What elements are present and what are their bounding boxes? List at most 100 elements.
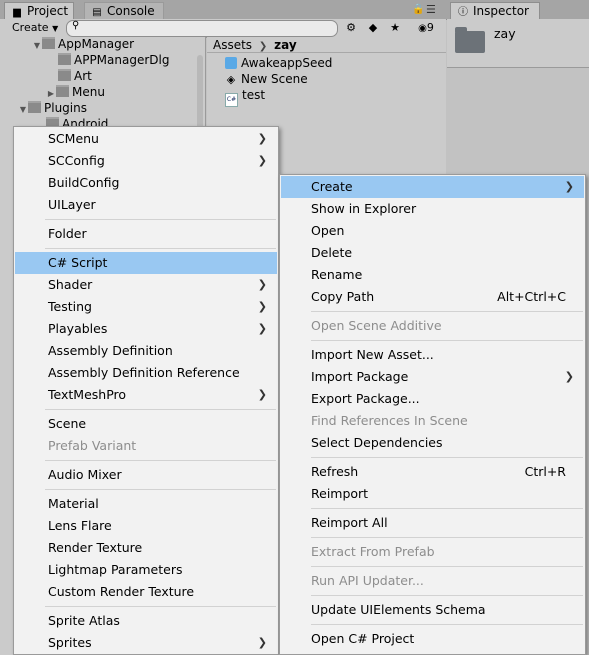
create-dropdown[interactable]: Create ▼ bbox=[4, 20, 60, 36]
search-by-type-icon[interactable]: ⚙ bbox=[342, 20, 360, 36]
menu-item-label: Import New Asset... bbox=[311, 347, 434, 362]
menu-item-folder[interactable]: Folder bbox=[15, 223, 277, 245]
tab-console[interactable]: ▤ Console bbox=[84, 2, 164, 19]
breadcrumb-root[interactable]: Assets bbox=[213, 38, 252, 52]
search-icon: ⚲ bbox=[72, 20, 80, 31]
menu-item-label: Extract From Prefab bbox=[311, 544, 435, 559]
menu-item-audio-mixer[interactable]: Audio Mixer bbox=[15, 464, 277, 486]
menu-item-shader[interactable]: Shader ❯ bbox=[15, 274, 277, 296]
menu-item-buildconfig[interactable]: BuildConfig bbox=[15, 172, 277, 194]
menu-item-label: Scene bbox=[48, 416, 87, 431]
menu-item-scconfig[interactable]: SCConfig ❯ bbox=[15, 150, 277, 172]
submenu-arrow-icon: ❯ bbox=[257, 132, 267, 145]
menu-item-textmeshpro[interactable]: TextMeshPro ❯ bbox=[15, 384, 277, 406]
menu-item-reimport[interactable]: Reimport bbox=[281, 483, 584, 505]
tree-item-label: APPManagerDlg bbox=[74, 53, 170, 67]
submenu-arrow-icon: ❯ bbox=[564, 180, 574, 193]
menu-item-refresh[interactable]: Refresh Ctrl+R bbox=[281, 461, 584, 483]
lock-icon[interactable]: 🔒 bbox=[412, 4, 424, 15]
menu-item-label: Create bbox=[311, 179, 353, 194]
menu-item-label: Testing bbox=[48, 299, 92, 314]
submenu-arrow-icon: ❯ bbox=[257, 388, 267, 401]
menu-item-sprites[interactable]: Sprites ❯ bbox=[15, 632, 277, 654]
menu-item-label: Delete bbox=[311, 245, 353, 260]
menu-item-export-package[interactable]: Export Package... bbox=[281, 388, 584, 410]
menu-item-lens-flare[interactable]: Lens Flare bbox=[15, 515, 277, 537]
menu-item-label: Refresh bbox=[311, 464, 359, 479]
menu-item-update-uielements-schema[interactable]: Update UIElements Schema bbox=[281, 599, 584, 621]
breadcrumb-current[interactable]: zay bbox=[274, 38, 297, 52]
tab-project[interactable]: ▆ Project bbox=[4, 2, 74, 19]
expanded-arrow-icon: ▼ bbox=[33, 41, 41, 50]
menu-item-label: Sprite Atlas bbox=[48, 613, 120, 628]
menu-item-render-texture[interactable]: Render Texture bbox=[15, 537, 277, 559]
menu-item-rename[interactable]: Rename bbox=[281, 264, 584, 286]
tree-item-menu[interactable]: ▶ Menu bbox=[46, 84, 105, 100]
folder-icon bbox=[58, 69, 71, 81]
menu-item-label: SCMenu bbox=[48, 131, 99, 146]
menu-item-assembly-definition[interactable]: Assembly Definition bbox=[15, 340, 277, 362]
menu-item-copy-path[interactable]: Copy Path Alt+Ctrl+C bbox=[281, 286, 584, 308]
tree-item-plugins[interactable]: ▼ Plugins bbox=[18, 100, 87, 116]
menu-item-create[interactable]: Create ❯ bbox=[281, 176, 584, 198]
menu-item-select-dependencies[interactable]: Select Dependencies bbox=[281, 432, 584, 454]
menu-item-import-new-asset[interactable]: Import New Asset... bbox=[281, 344, 584, 366]
tab-inspector[interactable]: ⓘ Inspector bbox=[450, 2, 540, 19]
menu-item-label: Shader bbox=[48, 277, 93, 292]
folder-icon bbox=[42, 37, 55, 49]
menu-item-open-csharp-project[interactable]: Open C# Project bbox=[281, 628, 584, 650]
favorite-star-icon[interactable]: ★ bbox=[386, 20, 404, 36]
menu-item-playables[interactable]: Playables ❯ bbox=[15, 318, 277, 340]
tab-menu-icon[interactable]: ☰ bbox=[426, 3, 436, 16]
menu-item-import-package[interactable]: Import Package ❯ bbox=[281, 366, 584, 388]
menu-item-custom-render-texture[interactable]: Custom Render Texture bbox=[15, 581, 277, 603]
menu-item-label: Prefab Variant bbox=[48, 438, 137, 453]
folder-icon bbox=[56, 85, 69, 97]
menu-item-sprite-atlas[interactable]: Sprite Atlas bbox=[15, 610, 277, 632]
submenu-arrow-icon: ❯ bbox=[257, 322, 267, 335]
menu-item-prefab-variant: Prefab Variant bbox=[15, 435, 277, 457]
menu-item-delete[interactable]: Delete bbox=[281, 242, 584, 264]
expanded-arrow-icon: ▼ bbox=[19, 105, 27, 114]
menu-item-open-scene-additive: Open Scene Additive bbox=[281, 315, 584, 337]
tree-item-label: AppManager bbox=[58, 37, 135, 51]
menu-item-reimport-all[interactable]: Reimport All bbox=[281, 512, 584, 534]
menu-item-open[interactable]: Open bbox=[281, 220, 584, 242]
tree-item-appmanager[interactable]: ▼ AppManager bbox=[32, 36, 134, 52]
menu-item-label: Sprites bbox=[48, 635, 92, 650]
menu-item-scmenu[interactable]: SCMenu ❯ bbox=[15, 128, 277, 150]
folder-large-icon bbox=[455, 27, 485, 53]
menu-item-label: Update UIElements Schema bbox=[311, 602, 486, 617]
menu-item-extract-from-prefab: Extract From Prefab bbox=[281, 541, 584, 563]
menu-item-testing[interactable]: Testing ❯ bbox=[15, 296, 277, 318]
menu-item-scene[interactable]: Scene bbox=[15, 413, 277, 435]
label-filter-icon[interactable]: ◆ bbox=[364, 20, 382, 36]
eye-slash-icon: ◉ bbox=[418, 23, 427, 34]
menu-item-label: Run API Updater... bbox=[311, 573, 424, 588]
tree-item-art[interactable]: Art bbox=[58, 68, 92, 84]
asset-item[interactable]: AwakeappSeed bbox=[225, 55, 332, 71]
tab-bar: ▆ Project ▤ Console 🔒 ☰ ⓘ Inspector bbox=[0, 0, 589, 20]
menu-separator bbox=[45, 409, 276, 410]
menu-item-csharp-script[interactable]: C# Script bbox=[15, 252, 277, 274]
asset-item[interactable]: ◈ New Scene bbox=[225, 71, 308, 87]
menu-item-material[interactable]: Material bbox=[15, 493, 277, 515]
hidden-packages-toggle[interactable]: ◉9 bbox=[410, 20, 442, 36]
hidden-count: 9 bbox=[426, 21, 434, 34]
menu-item-run-api-updater: Run API Updater... bbox=[281, 570, 584, 592]
folder-icon bbox=[58, 53, 71, 65]
search-input[interactable]: ⚲ bbox=[66, 20, 338, 37]
asset-item-label: AwakeappSeed bbox=[241, 56, 333, 70]
menu-item-show-in-explorer[interactable]: Show in Explorer bbox=[281, 198, 584, 220]
tree-item-appmanagerdlg[interactable]: APPManagerDlg bbox=[58, 52, 169, 68]
submenu-arrow-icon: ❯ bbox=[257, 278, 267, 291]
menu-item-lightmap-parameters[interactable]: Lightmap Parameters bbox=[15, 559, 277, 581]
menu-item-label: Audio Mixer bbox=[48, 467, 122, 482]
menu-item-assembly-definition-reference[interactable]: Assembly Definition Reference bbox=[15, 362, 277, 384]
menu-item-label: SCConfig bbox=[48, 153, 105, 168]
menu-item-label: TextMeshPro bbox=[48, 387, 127, 402]
menu-item-uilayer[interactable]: UILayer bbox=[15, 194, 277, 216]
tree-scrollbar[interactable] bbox=[197, 55, 203, 135]
tree-item-label: Art bbox=[74, 69, 92, 83]
asset-item[interactable]: C# test bbox=[225, 87, 265, 107]
